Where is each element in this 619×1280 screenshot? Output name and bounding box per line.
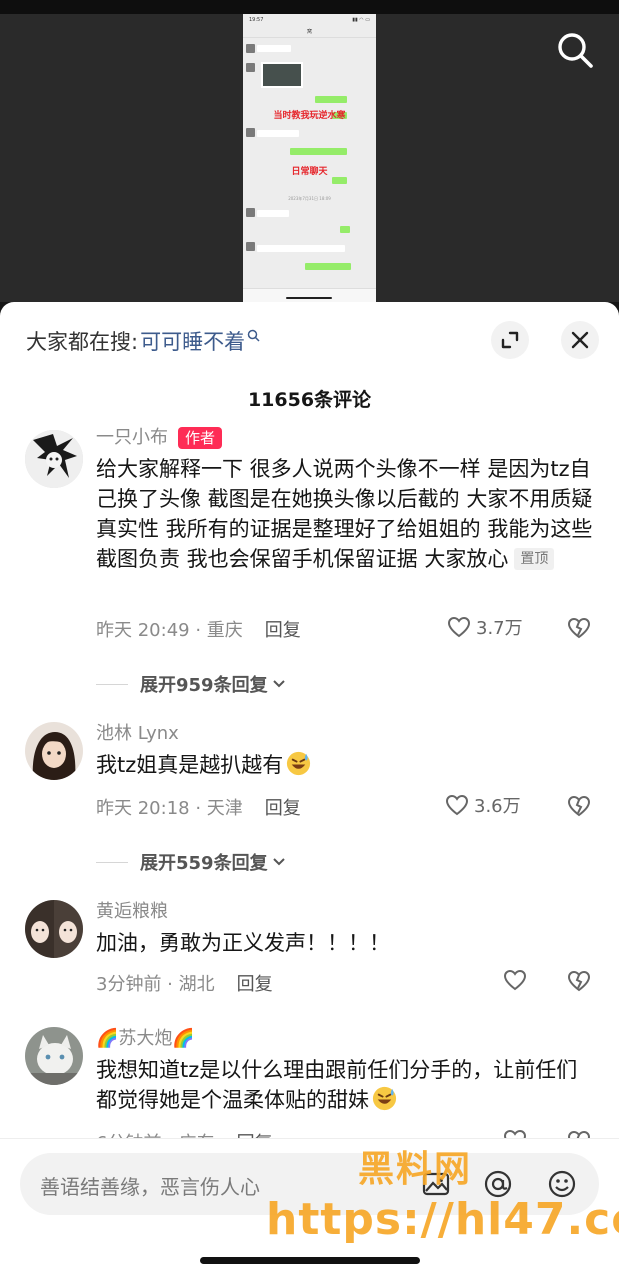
expand-button[interactable] bbox=[491, 321, 529, 359]
heart-icon bbox=[447, 616, 471, 638]
like-button[interactable] bbox=[502, 967, 528, 993]
like-count: 3.7万 bbox=[476, 618, 523, 639]
expand-divider bbox=[96, 683, 128, 685]
chat-bubble bbox=[257, 245, 345, 252]
avatar[interactable] bbox=[25, 1027, 83, 1085]
dislike-icon[interactable] bbox=[566, 968, 592, 994]
search-icon bbox=[558, 33, 593, 68]
overlay-text-1: 当时教我玩逆水寒 bbox=[273, 111, 346, 121]
video-top-bar bbox=[0, 0, 619, 14]
comment-text-body: 我tz姐真是越扒越有 bbox=[96, 753, 284, 777]
expand-replies-button[interactable]: 展开559条回复 bbox=[96, 849, 288, 875]
chat-avatar bbox=[246, 44, 255, 53]
comment-meta: 昨天 20:49 · 重庆 回复 bbox=[96, 616, 301, 642]
commenter-name-text: 黄逅粮粮 bbox=[96, 901, 168, 922]
chevron-down-icon bbox=[272, 858, 285, 866]
heart-icon bbox=[445, 794, 469, 816]
comment-text-body: 我想知道tz是以什么理由跟前任们分手的，让前任们都觉得她是个温柔体贴的甜妹 bbox=[96, 1058, 578, 1112]
watermark-title: 黑料网 bbox=[358, 1149, 473, 1190]
dislike-icon[interactable] bbox=[566, 615, 592, 641]
avatar[interactable] bbox=[25, 722, 83, 780]
chat-input-bar bbox=[243, 288, 376, 302]
chat-date: 2023年7月31日 18:09 bbox=[288, 196, 331, 201]
chat-bubble bbox=[332, 177, 347, 184]
comment-text: 加油，勇敢为正义发声！！！！ bbox=[96, 931, 390, 955]
close-button[interactable] bbox=[561, 321, 599, 359]
hot-search-bar[interactable]: 大家都在搜: 可可睡不着 bbox=[26, 326, 260, 356]
pinned-badge: 置顶 bbox=[514, 548, 555, 570]
chat-screenshot: 19:57 ▮▮ ◠ ▭ 窝 当时教我玩逆水寒 日常聊天 2023年7月31日 … bbox=[243, 14, 376, 302]
chat-bubble bbox=[340, 226, 350, 233]
heart-icon bbox=[503, 969, 527, 991]
commenter-name-text: 一只小布 bbox=[96, 427, 168, 448]
comment-text: 我想知道tz是以什么理由跟前任们分手的，让前任们都觉得她是个温柔体贴的甜妹 bbox=[96, 1055, 596, 1115]
chat-bubble bbox=[290, 148, 347, 155]
chat-avatar bbox=[246, 128, 255, 137]
commenter-name[interactable]: 🌈苏大炮🌈 bbox=[96, 1027, 596, 1051]
chat-title: 窝 bbox=[243, 26, 376, 38]
comment-meta: 昨天 20:18 · 天津 回复 bbox=[96, 794, 301, 820]
expand-icon bbox=[501, 331, 519, 349]
chat-avatar bbox=[246, 208, 255, 217]
hot-search-prefix: 大家都在搜: bbox=[26, 330, 139, 354]
commenter-name[interactable]: 池林 Lynx bbox=[96, 722, 596, 746]
chat-status-icons: ▮▮ ◠ ▭ bbox=[352, 17, 370, 23]
expand-replies-label: 展开959条回复 bbox=[140, 675, 268, 696]
like-count: 3.6万 bbox=[474, 796, 521, 817]
chat-bubble bbox=[257, 45, 291, 52]
like-button[interactable]: 3.6万 bbox=[444, 792, 521, 818]
watermark-url: https://hl47.co bbox=[266, 1194, 619, 1245]
chat-status-time: 19:57 bbox=[249, 17, 264, 23]
home-indicator bbox=[200, 1257, 420, 1264]
chat-bubble bbox=[305, 263, 351, 270]
hot-search-icon bbox=[247, 329, 260, 346]
comment-time-location: 昨天 20:18 · 天津 bbox=[96, 798, 243, 819]
chat-bubble bbox=[315, 96, 347, 103]
avatar[interactable] bbox=[25, 430, 83, 488]
close-icon bbox=[571, 331, 589, 349]
video-player[interactable]: 19:57 ▮▮ ◠ ▭ 窝 当时教我玩逆水寒 日常聊天 2023年7月31日 … bbox=[0, 0, 619, 302]
expand-divider bbox=[96, 861, 128, 863]
chat-home-bar bbox=[286, 297, 332, 299]
search-button[interactable] bbox=[555, 30, 595, 70]
commenter-name[interactable]: 一只小布 作者 bbox=[96, 426, 596, 450]
overlay-text-2: 日常聊天 bbox=[291, 167, 328, 177]
comment-time-location: 3分钟前 · 湖北 bbox=[96, 974, 215, 995]
sweat-smile-emoji-icon bbox=[372, 1086, 397, 1111]
comment-meta: 3分钟前 · 湖北 回复 bbox=[96, 970, 273, 996]
comment-text: 我tz姐真是越扒越有 bbox=[96, 750, 596, 780]
comment-input-placeholder: 善语结善缘，恶言伤人心 bbox=[40, 1175, 260, 1199]
expand-replies-label: 展开559条回复 bbox=[140, 853, 268, 874]
chat-status-bar: 19:57 ▮▮ ◠ ▭ bbox=[243, 14, 376, 26]
commenter-name[interactable]: 黄逅粮粮 bbox=[96, 900, 596, 924]
chat-image bbox=[261, 62, 303, 88]
comment-time-location: 昨天 20:49 · 重庆 bbox=[96, 620, 243, 641]
expand-replies-button[interactable]: 展开959条回复 bbox=[96, 671, 288, 697]
chat-bubble bbox=[257, 130, 299, 137]
chat-avatar bbox=[246, 63, 255, 72]
reply-button[interactable]: 回复 bbox=[237, 970, 273, 996]
commenter-name-text: 🌈苏大炮🌈 bbox=[96, 1028, 195, 1049]
commenter-name-text: 池林 Lynx bbox=[96, 723, 179, 744]
chevron-down-icon bbox=[272, 680, 285, 688]
comment-count-title: 11656条评论 bbox=[247, 389, 372, 411]
reply-button[interactable]: 回复 bbox=[265, 794, 301, 820]
reply-button[interactable]: 回复 bbox=[265, 616, 301, 642]
avatar[interactable] bbox=[25, 900, 83, 958]
chat-avatar bbox=[246, 242, 255, 251]
comment-text: 给大家解释一下 很多人说两个头像不一样 是因为tz自己换了头像 截图是在她换头像… bbox=[96, 454, 596, 574]
chat-bubble bbox=[257, 210, 289, 217]
comment-sheet: 大家都在搜: 可可睡不着 11656条评论 一只小布 作者 给大家解释一下 很多… bbox=[0, 302, 619, 1280]
hot-search-term[interactable]: 可可睡不着 bbox=[140, 326, 245, 356]
like-button[interactable]: 3.7万 bbox=[446, 614, 523, 640]
author-badge: 作者 bbox=[178, 427, 223, 449]
dislike-icon[interactable] bbox=[566, 793, 592, 819]
sweat-smile-emoji-icon bbox=[287, 751, 311, 776]
